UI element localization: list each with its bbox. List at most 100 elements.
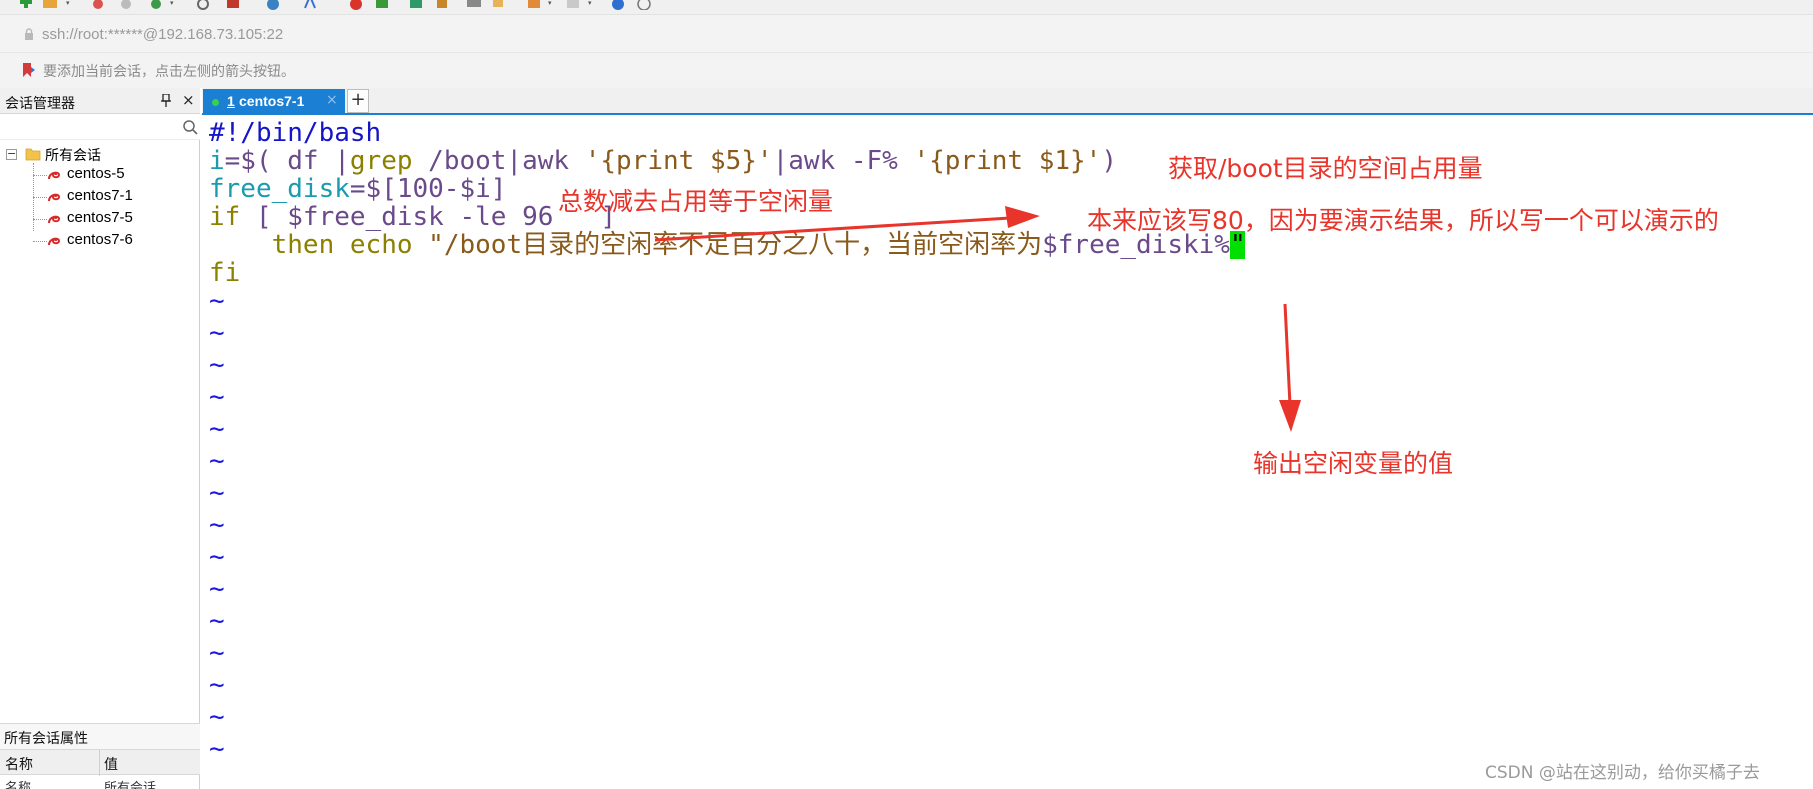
annotation-boot-usage: 获取/boot目录的空间占用量 <box>1168 154 1483 183</box>
tree-root-all-sessions[interactable]: − 所有会话 <box>0 144 200 166</box>
tab-number: 1 <box>227 93 235 109</box>
layout-icon[interactable] <box>225 0 241 10</box>
connected-status-icon <box>212 99 219 106</box>
cmd-path: /boot| <box>412 146 523 176</box>
session-properties-header: 所有会话属性 <box>0 723 200 749</box>
script-dropdown-icon[interactable]: ▾ <box>548 0 554 7</box>
empty-line-tilde: ~ <box>209 670 225 700</box>
open-dropdown-icon[interactable]: ▾ <box>66 0 72 7</box>
session-shell-icon <box>48 215 61 224</box>
empty-line-tilde: ~ <box>209 702 225 732</box>
find-icon[interactable] <box>195 0 211 10</box>
quick-connect-hint: 要添加当前会话，点击左侧的箭头按钮。 <box>43 64 295 80</box>
empty-line-tilde: ~ <box>209 350 225 380</box>
session-properties-title: 所有会话属性 <box>4 731 88 747</box>
reconnect-icon[interactable] <box>118 0 134 10</box>
column-divider[interactable] <box>99 750 100 776</box>
address-text: ssh://root:******@192.168.73.105:22 <box>42 26 284 43</box>
tree-branch <box>33 219 47 220</box>
tree-item-centos-5[interactable]: centos-5 <box>0 164 200 186</box>
watermark: CSDN @站在这别动，给你买橘子去 <box>1485 763 1760 783</box>
globe-icon[interactable] <box>265 0 281 10</box>
open-folder-icon[interactable] <box>42 0 58 10</box>
session-manager-panel: 会话管理器 × − 所有会话 centos-5 centos7-1 centos… <box>0 88 200 789</box>
empty-line-tilde: ~ <box>209 318 225 348</box>
collapse-icon[interactable]: − <box>6 148 17 160</box>
tree-item-centos7-1[interactable]: centos7-1 <box>0 186 200 208</box>
session-search-input[interactable] <box>0 114 200 140</box>
property-value: 所有会话 <box>104 781 157 789</box>
empty-line-tilde: ~ <box>209 414 225 444</box>
kw-if: if <box>209 202 241 232</box>
lock-toolbar-icon[interactable] <box>434 0 450 10</box>
kw-echo: echo <box>349 230 413 260</box>
empty-line-tilde: ~ <box>209 286 225 316</box>
new-session-icon[interactable] <box>18 0 34 10</box>
session-manager-header: 会话管理器 × <box>0 88 200 114</box>
empty-line-tilde: ~ <box>209 478 225 508</box>
settings-dropdown-icon[interactable]: ▾ <box>170 0 176 7</box>
column-header-name[interactable]: 名称 <box>5 754 33 774</box>
var-i: i <box>209 146 225 176</box>
session-label: centos7-1 <box>67 187 133 204</box>
annotation-output-var: 输出空闲变量的值 <box>1253 449 1454 478</box>
address-field[interactable]: ssh://root:******@192.168.73.105:22 <box>14 23 1804 47</box>
awk-program-2: '{print $1}' <box>913 146 1102 176</box>
arith-expr: =$[100-$i] <box>349 174 507 204</box>
xftp-icon[interactable] <box>374 0 390 10</box>
pin-icon[interactable] <box>161 93 171 111</box>
help-icon[interactable] <box>610 0 626 10</box>
kw-fi: fi <box>209 258 241 288</box>
session-label: centos7-6 <box>67 231 133 248</box>
session-manager-close-icon[interactable]: × <box>182 91 195 109</box>
new-tab-button[interactable]: + <box>347 89 369 113</box>
session-shell-icon <box>48 171 61 180</box>
session-label: centos-5 <box>67 165 125 182</box>
quick-connect-bar: 要添加当前会话，点击左侧的箭头按钮。 <box>0 52 1813 88</box>
edit-icon[interactable] <box>490 0 506 10</box>
disconnect-icon[interactable] <box>90 0 106 10</box>
fullscreen-dropdown-icon[interactable]: ▾ <box>588 0 594 7</box>
tab-close-icon[interactable]: × <box>326 92 338 108</box>
tree-branch <box>33 241 47 242</box>
folder-icon <box>25 148 41 161</box>
pipe: | <box>772 146 789 176</box>
empty-line-tilde: ~ <box>209 638 225 668</box>
xshell-icon[interactable] <box>348 0 364 10</box>
properties-row: 名称 所有会话 <box>0 775 200 789</box>
settings-icon[interactable] <box>148 0 164 10</box>
cmd-awk2: awk <box>788 146 836 176</box>
property-name: 名称 <box>5 781 32 789</box>
empty-line-tilde: ~ <box>209 606 225 636</box>
bookmark-arrow-icon[interactable] <box>22 62 36 78</box>
transfer-icon[interactable] <box>408 0 424 10</box>
shebang: #!/bin/bash <box>209 118 382 148</box>
cmd-df: =$( df | <box>224 146 350 176</box>
column-header-value[interactable]: 值 <box>104 754 118 774</box>
tree-item-centos7-6[interactable]: centos7-6 <box>0 230 200 252</box>
toolbar: ▾ ▾ ▾ ▾ <box>0 0 1813 14</box>
close-paren: ) <box>1101 146 1117 176</box>
lock-icon <box>25 28 33 40</box>
search-icon[interactable] <box>182 119 198 135</box>
var-free-disk: free_disk <box>209 174 350 204</box>
session-tab-bar: 1 centos7-1 × + <box>202 88 1813 115</box>
cmd-awk1: awk <box>522 146 570 176</box>
tab-label: centos7-1 <box>239 93 305 109</box>
chat-icon[interactable] <box>636 0 652 10</box>
empty-line-tilde: ~ <box>209 734 225 764</box>
empty-line-tilde: ~ <box>209 382 225 412</box>
annotation-free-calc: 总数减去占用等于空闲量 <box>558 187 834 216</box>
session-label: centos7-5 <box>67 209 133 226</box>
font-icon[interactable] <box>302 0 318 10</box>
tab-centos7-1[interactable]: 1 centos7-1 × <box>203 89 345 115</box>
fullscreen-icon[interactable] <box>565 0 581 10</box>
tree-branch <box>33 175 47 176</box>
script-icon[interactable] <box>526 0 542 10</box>
address-bar: ssh://root:******@192.168.73.105:22 <box>0 14 1813 52</box>
awk-program-1: '{print $5}' <box>569 146 773 176</box>
empty-line-tilde: ~ <box>209 542 225 572</box>
keyboard-icon[interactable] <box>466 0 482 10</box>
tree-item-centos7-5[interactable]: centos7-5 <box>0 208 200 230</box>
